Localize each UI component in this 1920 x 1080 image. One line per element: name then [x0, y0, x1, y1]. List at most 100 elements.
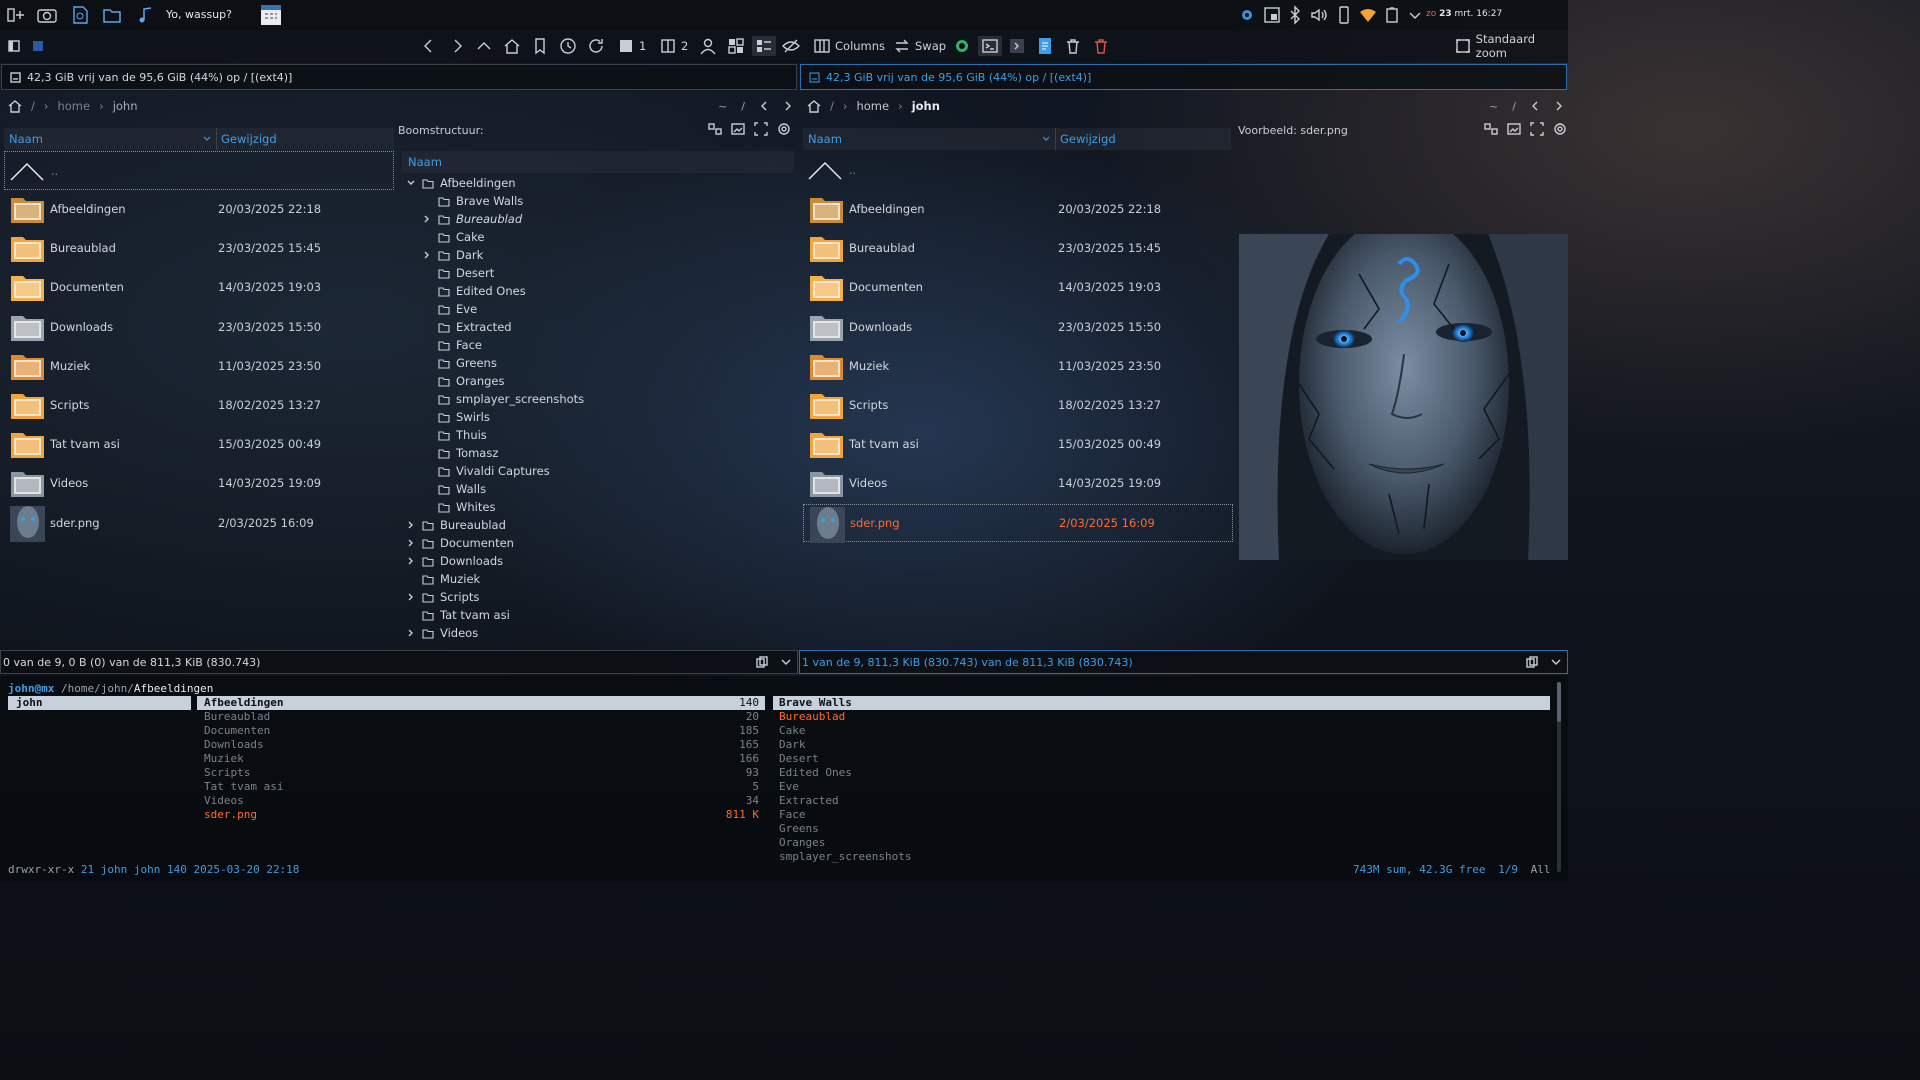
col-name-header[interactable]: Naam: [808, 132, 842, 146]
expand-closed-icon[interactable]: [406, 556, 422, 566]
settings-icon[interactable]: [777, 122, 791, 136]
refresh-icon[interactable]: [587, 36, 605, 56]
details-view-icon[interactable]: [752, 36, 776, 56]
file-row[interactable]: Bureaublad 23/03/2025 15:45: [4, 229, 394, 267]
crumb-home[interactable]: home: [856, 99, 889, 113]
settings-gear-icon[interactable]: [1237, 5, 1257, 25]
file-row[interactable]: Tat tvam asi 15/03/2025 00:49: [803, 425, 1233, 463]
ranger-entry[interactable]: Videos: [204, 794, 244, 808]
ranger-entry[interactable]: Downloads: [204, 738, 264, 752]
expand-closed-icon[interactable]: [422, 250, 438, 260]
home-shortcut[interactable]: ~: [1489, 100, 1498, 113]
chevron-down-icon[interactable]: [1550, 656, 1562, 668]
crumb-root[interactable]: /: [830, 99, 834, 113]
copy-icon[interactable]: [1526, 656, 1538, 668]
fullscreen-icon[interactable]: [1530, 122, 1544, 136]
col-name-header[interactable]: Naam: [9, 132, 43, 146]
image-icon[interactable]: [1507, 122, 1521, 136]
file-row[interactable]: Muziek 11/03/2025 23:50: [803, 347, 1233, 385]
history-icon[interactable]: [559, 36, 577, 56]
tree-item[interactable]: Bureaublad: [406, 516, 506, 534]
file-row[interactable]: Afbeeldingen 20/03/2025 22:18: [4, 190, 394, 228]
tree-item[interactable]: Dark: [422, 246, 483, 264]
forward-icon[interactable]: [1554, 100, 1564, 112]
tree-sync-icon[interactable]: [708, 122, 722, 136]
sort-chevron-icon[interactable]: [1041, 134, 1051, 144]
ranger-entry[interactable]: Muziek: [204, 752, 244, 766]
tree-item[interactable]: Videos: [406, 624, 478, 642]
tree-item[interactable]: smplayer_screenshots: [422, 390, 584, 408]
crumb-john[interactable]: john: [912, 99, 940, 113]
tree-item[interactable]: Tat tvam asi: [406, 606, 510, 624]
home-icon[interactable]: [8, 99, 22, 113]
bookmark-icon[interactable]: [531, 36, 549, 56]
file-manager-icon[interactable]: [102, 5, 122, 25]
forward-icon[interactable]: [783, 100, 793, 112]
ranger-parent-entry[interactable]: john: [16, 696, 43, 710]
file-row[interactable]: Videos 14/03/2025 19:09: [4, 464, 394, 502]
tree-item[interactable]: Greens: [422, 354, 497, 372]
file-row[interactable]: Documenten 14/03/2025 19:03: [803, 268, 1233, 306]
tree-item[interactable]: Brave Walls: [422, 192, 523, 210]
up-icon[interactable]: [475, 36, 493, 56]
document-viewer-icon[interactable]: [70, 5, 90, 25]
user-icon[interactable]: [699, 36, 717, 56]
terminal-panel[interactable]: john@mx /home/john/Afbeeldingen john Afb…: [0, 676, 1568, 882]
tree-item[interactable]: Thuis: [422, 426, 487, 444]
tree-item[interactable]: Afbeeldingen: [406, 174, 516, 192]
home-shortcut[interactable]: ~: [718, 100, 727, 113]
file-row[interactable]: Videos 14/03/2025 19:09: [803, 464, 1233, 502]
tree-item[interactable]: Documenten: [406, 534, 514, 552]
file-row[interactable]: Downloads 23/03/2025 15:50: [4, 308, 394, 346]
tree-item[interactable]: Eve: [422, 300, 477, 318]
expand-closed-icon[interactable]: [422, 214, 438, 224]
clock[interactable]: zo 23 mrt. 16:27: [1426, 9, 1502, 19]
bluetooth-icon[interactable]: [1285, 5, 1305, 25]
parent-dir-row[interactable]: ..: [4, 151, 394, 190]
back-icon[interactable]: [1530, 100, 1540, 112]
console-icon[interactable]: [1008, 36, 1026, 56]
expand-closed-icon[interactable]: [406, 538, 422, 548]
tree-item[interactable]: Oranges: [422, 372, 504, 390]
file-row[interactable]: sder.png 2/03/2025 16:09: [4, 504, 394, 542]
root-shortcut[interactable]: /: [1512, 100, 1516, 113]
ranger-entry[interactable]: Afbeeldingen: [204, 696, 283, 710]
file-row[interactable]: Scripts 18/02/2025 13:27: [4, 386, 394, 424]
hidden-files-icon[interactable]: [782, 36, 800, 56]
delete-permanent-icon[interactable]: [1092, 36, 1110, 56]
settings-icon[interactable]: [1553, 122, 1567, 136]
window-switch-icon[interactable]: [1262, 5, 1282, 25]
file-row[interactable]: Tat tvam asi 15/03/2025 00:49: [4, 425, 394, 463]
back-icon[interactable]: [759, 100, 769, 112]
tree-item[interactable]: Extracted: [422, 318, 512, 336]
ranger-entry[interactable]: Tat tvam asi: [204, 780, 283, 794]
image-icon[interactable]: [731, 122, 745, 136]
crumb-root[interactable]: /: [31, 99, 35, 113]
crumb-home[interactable]: home: [57, 99, 90, 113]
wifi-icon[interactable]: [1358, 5, 1378, 25]
chevron-down-icon[interactable]: [1405, 5, 1425, 25]
file-row[interactable]: Documenten 14/03/2025 19:03: [4, 268, 394, 306]
sync-icon[interactable]: [953, 36, 971, 56]
preview-sync-icon[interactable]: [1484, 122, 1498, 136]
music-player-icon[interactable]: [136, 5, 156, 25]
expand-closed-icon[interactable]: [406, 592, 422, 602]
ranger-entry[interactable]: Documenten: [204, 724, 270, 738]
home-icon[interactable]: [807, 99, 821, 113]
single-pane-button[interactable]: 1: [618, 36, 646, 56]
app-menu-icon[interactable]: [6, 5, 26, 25]
root-shortcut[interactable]: /: [741, 100, 745, 113]
file-row[interactable]: sder.png 2/03/2025 16:09: [803, 503, 1233, 543]
file-row[interactable]: Muziek 11/03/2025 23:50: [4, 347, 394, 385]
forward-icon[interactable]: [448, 36, 466, 56]
tree-item[interactable]: Vivaldi Captures: [422, 462, 550, 480]
back-icon[interactable]: [420, 36, 438, 56]
scrollbar-thumb[interactable]: [1557, 682, 1561, 722]
file-row[interactable]: Bureaublad 23/03/2025 15:45: [803, 229, 1233, 267]
chevron-down-icon[interactable]: [780, 656, 792, 668]
columns-button[interactable]: Columns: [814, 36, 885, 56]
expand-closed-icon[interactable]: [406, 520, 422, 530]
sort-chevron-icon[interactable]: [202, 134, 212, 144]
file-row[interactable]: Afbeeldingen 20/03/2025 22:18: [803, 190, 1233, 228]
ranger-entry[interactable]: Bureaublad: [204, 710, 270, 724]
